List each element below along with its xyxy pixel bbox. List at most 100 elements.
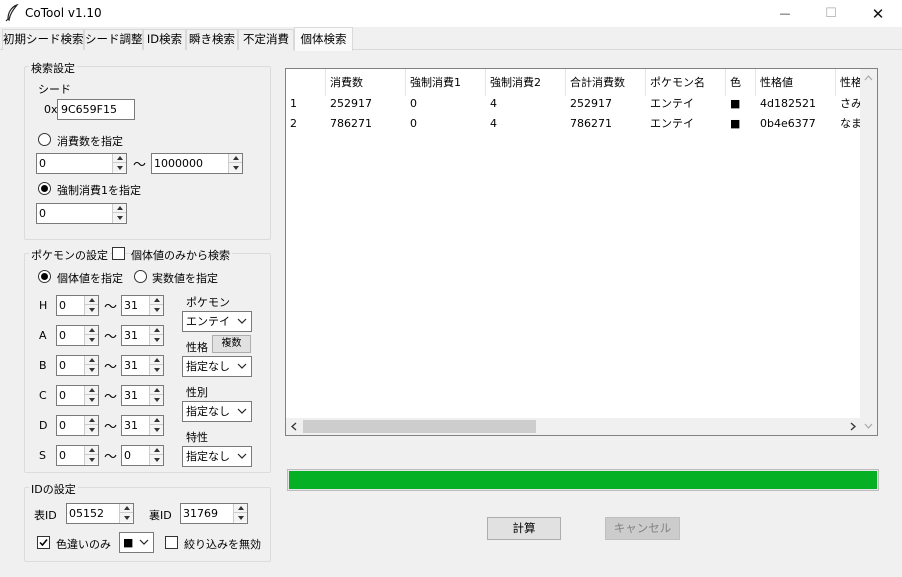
spin-up-icon[interactable] bbox=[85, 296, 98, 305]
stat-c-max-spinner[interactable]: 31 bbox=[121, 385, 164, 406]
nature-multiple-button[interactable]: 複数 bbox=[212, 335, 251, 353]
stat-label-d: D bbox=[39, 419, 48, 432]
table-cell: ■ bbox=[730, 97, 741, 110]
iv-specify-radio[interactable] bbox=[38, 270, 51, 283]
tab-individual-search[interactable]: 個体検索 bbox=[294, 27, 353, 51]
consume-max-spinner[interactable]: 1000000 bbox=[151, 153, 243, 174]
spin-down-icon[interactable] bbox=[234, 513, 247, 522]
spin-down-icon[interactable] bbox=[229, 163, 242, 172]
consume-min-spinner[interactable]: 0 bbox=[36, 153, 127, 174]
spin-down-icon[interactable] bbox=[113, 163, 126, 172]
stat-h-min-spinner[interactable]: 0 bbox=[56, 295, 99, 316]
disable-filter-checkbox[interactable] bbox=[165, 536, 178, 549]
spin-up-icon[interactable] bbox=[85, 326, 98, 335]
column-header-6[interactable]: 色 bbox=[726, 69, 756, 96]
minimize-button[interactable]: — bbox=[762, 0, 808, 27]
stat-h-max-spinner[interactable]: 31 bbox=[121, 295, 164, 316]
scroll-left-icon[interactable] bbox=[290, 422, 298, 431]
results-table[interactable]: 消費数 強制消費1 強制消費2 合計消費数 ポケモン名色性格値 性格 1 252917 0 4 2… bbox=[285, 68, 878, 436]
horizontal-scroll-thumb[interactable] bbox=[303, 420, 536, 433]
stat-c-tilde: ～ bbox=[104, 390, 118, 405]
seed-input[interactable]: 9C659F15 bbox=[57, 99, 135, 120]
chevron-down-icon bbox=[237, 453, 247, 459]
close-button[interactable]: ✕ bbox=[855, 0, 901, 27]
spin-up-icon[interactable] bbox=[150, 296, 163, 305]
calculate-button[interactable]: 計算 bbox=[487, 517, 561, 540]
column-header-0[interactable] bbox=[286, 69, 326, 96]
stat-d-min-spinner[interactable]: 0 bbox=[56, 415, 99, 436]
spin-down-icon[interactable] bbox=[85, 305, 98, 314]
spin-up-icon[interactable] bbox=[120, 504, 133, 513]
spin-up-icon[interactable] bbox=[150, 356, 163, 365]
spin-up-icon[interactable] bbox=[150, 416, 163, 425]
stat-a-min-spinner[interactable]: 0 bbox=[56, 325, 99, 346]
stat-a-tilde: ～ bbox=[104, 330, 118, 345]
column-header-5[interactable]: ポケモン名 bbox=[646, 69, 726, 96]
spin-up-icon[interactable] bbox=[85, 446, 98, 455]
sid-spinner[interactable]: 31769 bbox=[180, 503, 248, 524]
stat-c-min-spinner[interactable]: 0 bbox=[56, 385, 99, 406]
spin-up-icon[interactable] bbox=[234, 504, 247, 513]
spin-down-icon[interactable] bbox=[85, 455, 98, 464]
spin-up-icon[interactable] bbox=[229, 154, 242, 163]
stat-s-max-spinner[interactable]: 0 bbox=[121, 445, 164, 466]
spin-up-icon[interactable] bbox=[150, 446, 163, 455]
column-header-2[interactable]: 強制消費1 bbox=[406, 69, 486, 96]
tab-initial-seed-search[interactable]: 初期シード検索 bbox=[2, 29, 84, 50]
horizontal-scrollbar[interactable] bbox=[286, 418, 861, 435]
forced-consume-radio[interactable] bbox=[38, 182, 51, 195]
column-header-3[interactable]: 強制消費2 bbox=[486, 69, 566, 96]
ability-select[interactable]: 指定なし bbox=[182, 446, 252, 467]
iv-only-checkbox[interactable] bbox=[112, 247, 125, 260]
spin-down-icon[interactable] bbox=[120, 513, 133, 522]
scroll-right-icon[interactable] bbox=[849, 422, 857, 431]
spin-up-icon[interactable] bbox=[113, 204, 126, 213]
nature-select-value: 指定なし bbox=[186, 360, 230, 373]
scroll-up-icon[interactable] bbox=[864, 74, 873, 82]
actual-value-radio[interactable] bbox=[134, 270, 147, 283]
spin-down-icon[interactable] bbox=[85, 395, 98, 404]
spin-down-icon[interactable] bbox=[85, 335, 98, 344]
spin-down-icon[interactable] bbox=[85, 425, 98, 434]
forced-consume-spinner[interactable]: 0 bbox=[36, 203, 127, 224]
tab-random-consume[interactable]: 不定消費 bbox=[238, 29, 294, 50]
spin-down-icon[interactable] bbox=[150, 425, 163, 434]
column-header-1[interactable]: 消費数 bbox=[326, 69, 406, 96]
gender-select[interactable]: 指定なし bbox=[182, 401, 252, 422]
spin-down-icon[interactable] bbox=[150, 455, 163, 464]
column-header-7[interactable]: 性格値 bbox=[756, 69, 836, 96]
spin-up-icon[interactable] bbox=[85, 416, 98, 425]
spin-down-icon[interactable] bbox=[85, 365, 98, 374]
stat-d-max-spinner[interactable]: 31 bbox=[121, 415, 164, 436]
cancel-button[interactable]: キャンセル bbox=[605, 517, 680, 540]
stat-a-max-spinner[interactable]: 31 bbox=[121, 325, 164, 346]
spin-up-icon[interactable] bbox=[85, 386, 98, 395]
stat-b-min-spinner[interactable]: 0 bbox=[56, 355, 99, 376]
stat-s-min-spinner[interactable]: 0 bbox=[56, 445, 99, 466]
seed-prefix: 0x bbox=[44, 103, 58, 116]
spin-down-icon[interactable] bbox=[150, 335, 163, 344]
spin-up-icon[interactable] bbox=[113, 154, 126, 163]
scroll-down-icon[interactable] bbox=[864, 422, 873, 430]
spin-up-icon[interactable] bbox=[150, 386, 163, 395]
spin-down-icon[interactable] bbox=[150, 365, 163, 374]
vertical-scrollbar[interactable] bbox=[860, 69, 877, 435]
consume-radio[interactable] bbox=[38, 133, 51, 146]
spin-down-icon[interactable] bbox=[150, 305, 163, 314]
spin-up-icon[interactable] bbox=[150, 326, 163, 335]
tid-spinner[interactable]: 05152 bbox=[66, 503, 134, 524]
spin-up-icon[interactable] bbox=[85, 356, 98, 365]
shiny-type-select[interactable]: ■ bbox=[119, 532, 154, 553]
pokemon-select[interactable]: エンテイ bbox=[182, 311, 252, 332]
tab-blink-search[interactable]: 瞬き検索 bbox=[186, 29, 238, 50]
maximize-button[interactable]: ☐ bbox=[808, 0, 854, 27]
spin-down-icon[interactable] bbox=[113, 213, 126, 222]
nature-select[interactable]: 指定なし bbox=[182, 356, 252, 377]
stat-b-max-spinner[interactable]: 31 bbox=[121, 355, 164, 376]
pokemon-label: ポケモン bbox=[186, 296, 230, 309]
tab-id-search[interactable]: ID検索 bbox=[143, 29, 186, 50]
spin-down-icon[interactable] bbox=[150, 395, 163, 404]
shiny-only-checkbox[interactable] bbox=[37, 536, 50, 549]
column-header-4[interactable]: 合計消費数 bbox=[566, 69, 646, 96]
tab-seed-adjust[interactable]: シード調整 bbox=[84, 29, 143, 50]
